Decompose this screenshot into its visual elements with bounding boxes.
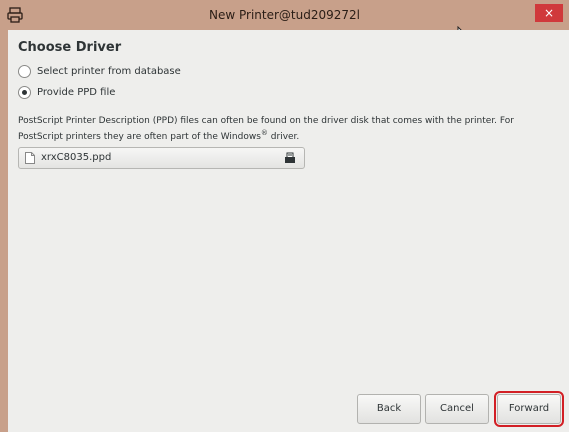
radio-button[interactable]: [18, 65, 31, 78]
ppd-description: PostScript Printer Description (PPD) fil…: [18, 113, 558, 145]
ppd-file-chooser[interactable]: xrxC8035.ppd: [18, 147, 305, 169]
radio-label: Provide PPD file: [37, 87, 116, 98]
forward-button[interactable]: Forward: [494, 391, 564, 427]
radio-provide-ppd-file[interactable]: Provide PPD file: [18, 86, 115, 99]
radio-button[interactable]: [18, 86, 31, 99]
close-button[interactable]: ×: [535, 4, 563, 22]
section-heading: Choose Driver: [18, 40, 122, 55]
cancel-button[interactable]: Cancel: [425, 394, 489, 424]
title-bar: New Printer@tud209272l ×: [0, 0, 569, 30]
window-title: New Printer@tud209272l: [209, 8, 360, 22]
document-icon: [25, 152, 35, 164]
registered-mark: ®: [260, 129, 268, 137]
back-button[interactable]: Back: [357, 394, 421, 424]
radio-select-from-database[interactable]: Select printer from database: [18, 65, 181, 78]
open-folder-icon[interactable]: [284, 152, 296, 164]
file-name: xrxC8035.ppd: [41, 152, 112, 163]
radio-label: Select printer from database: [37, 66, 181, 77]
dialog-content: Choose Driver Select printer from databa…: [8, 30, 569, 432]
description-text-end: driver.: [267, 132, 300, 142]
